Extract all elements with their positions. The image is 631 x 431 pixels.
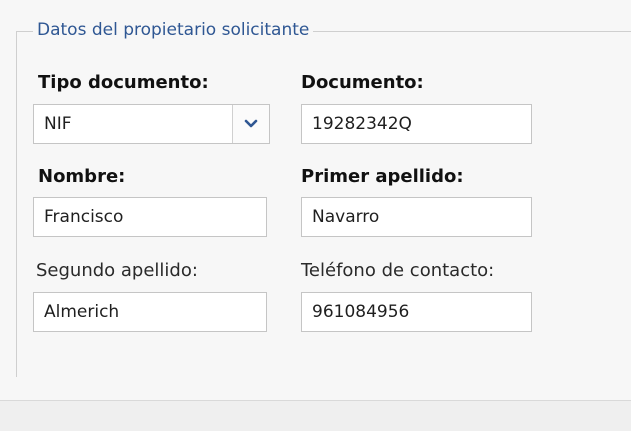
second-surname-input[interactable]: Almerich bbox=[33, 292, 267, 332]
document-type-dropdown-button[interactable] bbox=[232, 105, 269, 143]
contact-phone-input[interactable]: 961084956 bbox=[301, 292, 532, 332]
document-label: Documento: bbox=[301, 72, 424, 93]
owner-form-panel: Datos del propietario solicitante Tipo d… bbox=[0, 0, 631, 401]
document-type-select[interactable]: NIF bbox=[33, 104, 270, 144]
footer-bar bbox=[0, 401, 631, 431]
document-type-label: Tipo documento: bbox=[38, 72, 209, 93]
first-surname-label: Primer apellido: bbox=[301, 166, 464, 187]
fieldset-legend: Datos del propietario solicitante bbox=[33, 19, 314, 41]
second-surname-label: Segundo apellido: bbox=[36, 260, 198, 281]
document-type-value: NIF bbox=[44, 114, 72, 134]
first-surname-input[interactable]: Navarro bbox=[301, 197, 532, 237]
document-input[interactable]: 19282342Q bbox=[301, 104, 532, 144]
chevron-down-icon bbox=[244, 119, 258, 128]
contact-phone-label: Teléfono de contacto: bbox=[301, 260, 495, 281]
first-name-input[interactable]: Francisco bbox=[33, 197, 267, 237]
first-name-label: Nombre: bbox=[38, 166, 126, 187]
